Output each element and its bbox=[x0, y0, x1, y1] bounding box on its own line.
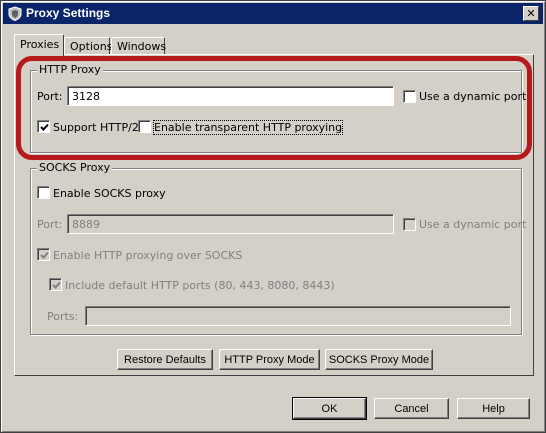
http-proxy-mode-button[interactable]: HTTP Proxy Mode bbox=[219, 349, 320, 370]
http-over-socks-label: Enable HTTP proxying over SOCKS bbox=[53, 249, 243, 262]
support-http2-label: Support HTTP/2 bbox=[53, 121, 139, 134]
socks-ports-input[interactable] bbox=[85, 306, 511, 326]
proxy-settings-window: Proxy Settings ✕ Proxies Options Windows… bbox=[0, 0, 546, 433]
checkmark-icon bbox=[52, 281, 61, 289]
checkmark-icon bbox=[40, 123, 49, 131]
include-default-ports-checkbox[interactable] bbox=[49, 278, 62, 291]
socks-port-value: 8889 bbox=[72, 218, 100, 231]
ok-label: OK bbox=[321, 402, 338, 415]
support-http2-checkbox[interactable] bbox=[37, 120, 50, 133]
enable-socks-checkbox[interactable] bbox=[37, 186, 50, 199]
app-icon bbox=[8, 6, 22, 22]
http-port-input[interactable]: 3128 bbox=[67, 86, 394, 106]
tab-windows-label: Windows bbox=[117, 40, 167, 53]
ok-button[interactable]: OK bbox=[292, 397, 367, 420]
window-title: Proxy Settings bbox=[26, 6, 111, 20]
http-dynamic-port-checkbox[interactable] bbox=[403, 90, 416, 103]
checkmark-icon bbox=[40, 251, 49, 259]
enable-socks-label: Enable SOCKS proxy bbox=[53, 187, 166, 200]
socks-proxy-group-label: SOCKS Proxy bbox=[37, 161, 113, 174]
http-over-socks-checkbox[interactable] bbox=[37, 248, 50, 261]
http-port-value: 3128 bbox=[72, 90, 100, 103]
http-dynamic-port-label: Use a dynamic port bbox=[419, 90, 527, 103]
restore-defaults-button[interactable]: Restore Defaults bbox=[117, 349, 213, 370]
title-bar[interactable]: Proxy Settings ✕ bbox=[3, 3, 543, 24]
socks-port-input[interactable]: 8889 bbox=[67, 214, 394, 234]
cancel-button[interactable]: Cancel bbox=[374, 398, 449, 419]
http-proxy-group: HTTP Proxy bbox=[30, 63, 522, 153]
socks-dynamic-port-label: Use a dynamic port bbox=[419, 218, 527, 231]
proxies-tab-panel: HTTP Proxy Port: 3128 Use a dynamic port… bbox=[14, 54, 534, 376]
cancel-label: Cancel bbox=[394, 402, 429, 415]
socks-proxy-mode-label: SOCKS Proxy Mode bbox=[328, 353, 430, 366]
help-button[interactable]: Help bbox=[457, 398, 530, 419]
restore-defaults-label: Restore Defaults bbox=[124, 353, 206, 366]
socks-port-label: Port: bbox=[37, 218, 63, 231]
tab-proxies-label: Proxies bbox=[20, 38, 60, 51]
http-proxy-group-label: HTTP Proxy bbox=[37, 63, 103, 76]
transparent-proxy-checkbox[interactable] bbox=[138, 120, 151, 133]
transparent-proxy-label: Enable transparent HTTP proxying bbox=[152, 120, 344, 135]
http-port-label: Port: bbox=[37, 90, 63, 103]
include-default-ports-label: Include default HTTP ports (80, 443, 808… bbox=[65, 279, 335, 292]
socks-ports-label: Ports: bbox=[47, 310, 79, 323]
tab-proxies[interactable]: Proxies bbox=[14, 34, 64, 56]
tab-options-label: Options bbox=[70, 40, 113, 53]
socks-dynamic-port-checkbox[interactable] bbox=[403, 218, 416, 231]
close-icon: ✕ bbox=[526, 7, 536, 20]
socks-proxy-mode-button[interactable]: SOCKS Proxy Mode bbox=[325, 349, 433, 370]
help-label: Help bbox=[482, 402, 505, 415]
close-button[interactable]: ✕ bbox=[523, 6, 539, 21]
http-proxy-mode-label: HTTP Proxy Mode bbox=[224, 353, 315, 366]
